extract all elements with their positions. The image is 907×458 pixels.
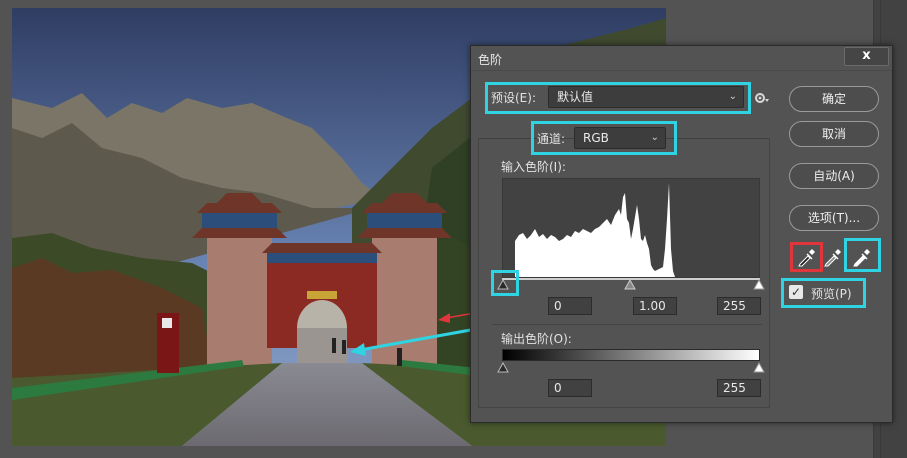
preset-label: 预设(E): <box>491 91 536 105</box>
workspace: 色阶 x 预设(E): 默认值 ⌄ 确定 取消 自动(A) 选项(T)... 通… <box>0 0 907 458</box>
channel-select[interactable]: RGB ⌄ <box>574 127 666 149</box>
black-eyedropper-icon[interactable] <box>796 246 818 268</box>
divider <box>492 324 762 325</box>
input-levels-label: 输入色阶(I): <box>501 160 566 174</box>
input-gamma-handle <box>624 279 636 290</box>
output-white-field[interactable]: 255 <box>717 379 761 397</box>
output-levels-label: 输出色阶(O): <box>501 332 572 346</box>
options-button[interactable]: 选项(T)... <box>789 205 879 231</box>
levels-dialog: 色阶 x 预设(E): 默认值 ⌄ 确定 取消 自动(A) 选项(T)... 通… <box>470 45 893 423</box>
black-point-highlight <box>491 270 519 296</box>
channel-value: RGB <box>583 131 609 145</box>
channel-label: 通道: <box>537 132 566 146</box>
preview-label: 预览(P) <box>811 287 852 301</box>
preset-select[interactable]: 默认值 ⌄ <box>548 86 744 108</box>
cancel-button[interactable]: 取消 <box>789 121 879 147</box>
dialog-title: 色阶 <box>478 53 503 67</box>
close-button[interactable]: x <box>844 47 889 66</box>
output-white-handle <box>753 362 765 373</box>
ok-button[interactable]: 确定 <box>789 86 879 112</box>
output-gradient <box>502 349 760 361</box>
input-slider-handles[interactable] <box>497 279 765 293</box>
output-black-field[interactable]: 0 <box>548 379 592 397</box>
preview-checkbox[interactable]: ✓ <box>789 285 803 299</box>
output-black-handle <box>497 362 509 373</box>
input-white-handle <box>753 279 765 290</box>
input-black-field[interactable]: 0 <box>548 297 592 315</box>
histogram <box>502 178 760 278</box>
close-icon: x <box>862 48 871 63</box>
auto-button[interactable]: 自动(A) <box>789 163 879 189</box>
chevron-down-icon: ⌄ <box>728 91 737 102</box>
dialog-titlebar[interactable]: 色阶 x <box>471 46 892 71</box>
output-slider-handles[interactable] <box>497 362 765 374</box>
input-white-field[interactable]: 255 <box>717 297 761 315</box>
input-gamma-field[interactable]: 1.00 <box>633 297 677 315</box>
preset-value: 默认值 <box>557 90 594 104</box>
white-eyedropper-icon[interactable] <box>851 246 873 268</box>
chevron-down-icon: ⌄ <box>650 132 659 143</box>
gear-icon[interactable] <box>754 91 770 105</box>
histogram-graph <box>515 183 675 277</box>
gray-eyedropper-icon[interactable] <box>822 246 844 268</box>
